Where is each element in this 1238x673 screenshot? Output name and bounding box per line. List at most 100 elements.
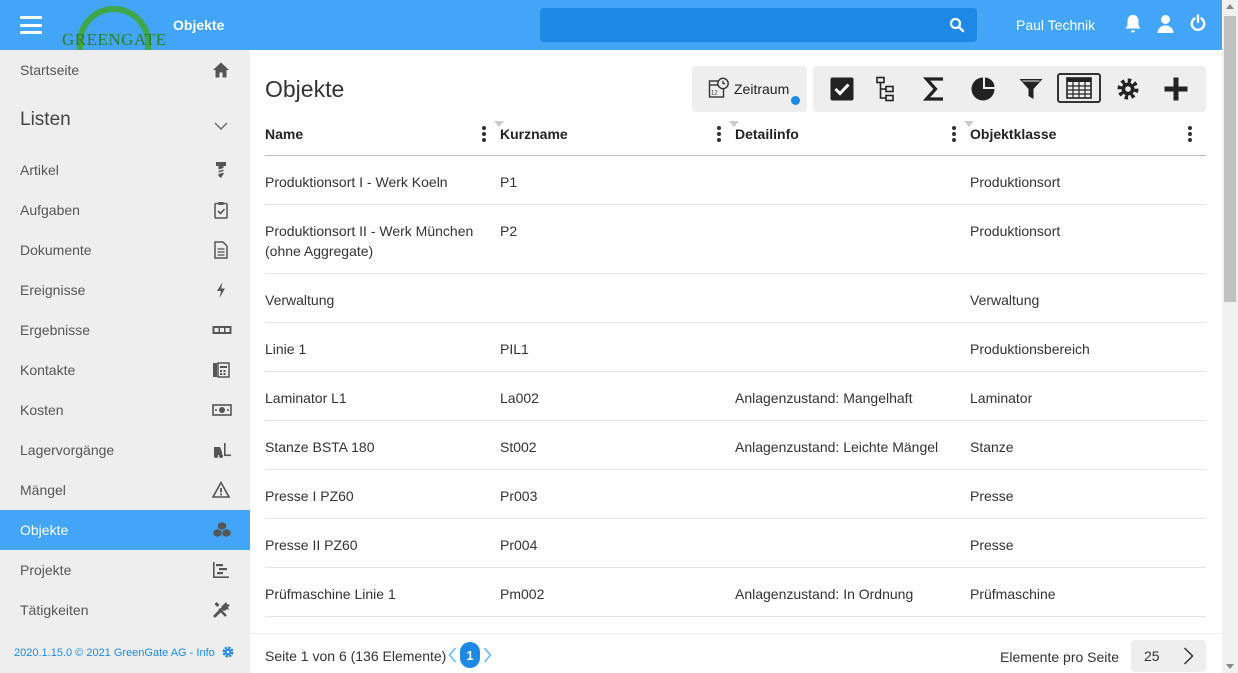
- sidebar-item-kontakte[interactable]: Kontakte: [0, 350, 250, 390]
- table-row[interactable]: Produktionsort I - Werk Koeln P1 Produkt…: [265, 156, 1206, 205]
- column-menu-icon[interactable]: [1188, 126, 1192, 142]
- per-page-select[interactable]: 25: [1131, 640, 1206, 672]
- chevron-down-icon[interactable]: [214, 114, 228, 136]
- sidebar-item-label: Projekte: [20, 562, 72, 578]
- cell-detailinfo: Anlagenzustand: Leichte Mängel: [735, 439, 939, 455]
- checkbox-icon[interactable]: [827, 74, 857, 104]
- version-text[interactable]: 2020.1.15.0 © 2021 GreenGate AG - Info: [14, 647, 215, 659]
- column-header-name[interactable]: Name: [265, 126, 303, 142]
- plus-icon[interactable]: [1161, 74, 1191, 104]
- sidebar-item-label: Dokumente: [20, 242, 92, 258]
- sidebar-item-objekte[interactable]: Objekte: [0, 510, 250, 550]
- toolbar: [813, 66, 1206, 112]
- cell-name: Laminator L1: [265, 390, 347, 406]
- user-icon[interactable]: [1157, 14, 1177, 34]
- sidebar-item-label: Mängel: [20, 482, 66, 498]
- svg-text:12: 12: [711, 90, 718, 96]
- pager-bar: Seite 1 von 6 (136 Elemente) 1 Elemente …: [250, 633, 1222, 673]
- forklift-icon: [212, 441, 231, 459]
- column-header-objektklasse[interactable]: Objektklasse: [970, 126, 1056, 142]
- table-row[interactable]: Presse II PZ60 Pr004 Presse: [265, 519, 1206, 568]
- top-bar: GREENGATE Objekte Paul Technik: [0, 0, 1222, 54]
- sidebar-item-label: Aufgaben: [20, 202, 80, 218]
- sidebar-item-label: Startseite: [20, 62, 80, 78]
- cell-objektklasse: Produktionsort: [970, 174, 1061, 190]
- logo-text: GREENGATE: [62, 30, 167, 49]
- table-row[interactable]: Laminator L1 La002 Anlagenzustand: Mange…: [265, 372, 1206, 421]
- table-row[interactable]: Prüfmaschine Linie 1 Pm002 Anlagenzustan…: [265, 568, 1206, 617]
- cell-kurzname: St002: [500, 439, 537, 455]
- filter-icon[interactable]: [1016, 74, 1046, 104]
- sidebar-item-maengel[interactable]: Mängel: [0, 470, 250, 510]
- sidebar-item-label: Ereignisse: [20, 282, 86, 298]
- column-menu-icon[interactable]: [717, 126, 721, 142]
- calendar-clock-icon: 12: [708, 77, 730, 102]
- power-icon[interactable]: [1190, 14, 1210, 34]
- cell-objektklasse: Presse: [970, 488, 1014, 504]
- table-row[interactable]: Verwaltung Verwaltung: [265, 274, 1206, 323]
- sidebar-item-ergebnisse[interactable]: Ergebnisse: [0, 310, 250, 350]
- user-name[interactable]: Paul Technik: [1016, 17, 1095, 33]
- column-menu-icon[interactable]: [482, 126, 486, 142]
- column-header-kurzname[interactable]: Kurzname: [500, 126, 568, 142]
- sidebar-item-home[interactable]: Startseite: [0, 50, 250, 90]
- cell-kurzname: Pr003: [500, 488, 538, 504]
- chevron-right-icon[interactable]: [1183, 647, 1194, 668]
- clipboard-check-icon: [212, 201, 230, 219]
- table-row[interactable]: Produktionsort II - Werk München (ohne A…: [265, 205, 1206, 274]
- sigma-icon[interactable]: [920, 74, 950, 104]
- chevron-right-icon[interactable]: [483, 647, 492, 666]
- column-header-detailinfo[interactable]: Detailinfo: [735, 126, 799, 142]
- scroll-down-icon[interactable]: [1226, 664, 1234, 669]
- cell-name: Presse II PZ60: [265, 537, 358, 553]
- sidebar-item-label: Objekte: [20, 522, 69, 538]
- scrollbar-thumb[interactable]: [1224, 16, 1236, 302]
- cell-objektklasse: Laminator: [970, 390, 1033, 406]
- search-bar[interactable]: [540, 8, 977, 42]
- table-row[interactable]: Linie 1 PIL1 Produktionsbereich: [265, 323, 1206, 372]
- sidebar-item-aufgaben[interactable]: Aufgaben: [0, 190, 250, 230]
- page-button-current[interactable]: 1: [460, 642, 480, 668]
- sidebar-item-ereignisse[interactable]: Ereignisse: [0, 270, 250, 310]
- table-row[interactable]: Stanze BSTA 180 St002 Anlagenzustand: Le…: [265, 421, 1206, 470]
- table-header: Name Kurzname Detailinfo Objektklasse: [265, 112, 1206, 156]
- sidebar-group-lists[interactable]: Listen: [0, 90, 250, 150]
- table-row[interactable]: Presse I PZ60 Pr003 Presse: [265, 470, 1206, 519]
- cell-objektklasse: Verwaltung: [970, 292, 1040, 308]
- scrollbar[interactable]: [1222, 0, 1238, 673]
- scroll-up-icon[interactable]: [1226, 4, 1234, 9]
- cell-name: Stanze BSTA 180: [265, 439, 375, 455]
- gear-icon[interactable]: [1113, 74, 1143, 104]
- sidebar-item-taetigkeiten[interactable]: Tätigkeiten: [0, 590, 250, 630]
- version-info[interactable]: 2020.1.15.0 © 2021 GreenGate AG - Info: [0, 633, 250, 673]
- sidebar-item-lagervorgaenge[interactable]: Lagervorgänge: [0, 430, 250, 470]
- bell-icon[interactable]: [1124, 14, 1144, 34]
- tools-icon: [212, 601, 230, 619]
- cell-kurzname: P2: [500, 223, 518, 239]
- gantt-icon: [212, 561, 230, 579]
- chevron-left-icon[interactable]: [448, 647, 457, 666]
- active-indicator: [791, 96, 800, 105]
- cell-name: Produktionsort I - Werk Koeln: [265, 174, 448, 190]
- sidebar-item-projekte[interactable]: Projekte: [0, 550, 250, 590]
- sidebar-item-dokumente[interactable]: Dokumente: [0, 230, 250, 270]
- table-icon[interactable]: [1057, 73, 1101, 103]
- sidebar-item-artikel[interactable]: Artikel: [0, 150, 250, 190]
- money-icon: [212, 401, 232, 419]
- breadcrumb: Objekte: [173, 17, 225, 33]
- search-icon[interactable]: [949, 17, 965, 36]
- sidebar-item-label: Kosten: [20, 402, 64, 418]
- cell-objektklasse: Produktionsbereich: [970, 341, 1090, 357]
- sidebar: Startseite Listen Artikel Aufgaben Dokum…: [0, 50, 250, 633]
- column-menu-icon[interactable]: [952, 126, 956, 142]
- cell-name: Linie 1: [265, 341, 307, 357]
- per-page-label: Elemente pro Seite: [1000, 649, 1120, 665]
- zeitraum-button[interactable]: 12 Zeitraum: [692, 66, 807, 112]
- gear-icon[interactable]: [221, 645, 235, 662]
- tree-icon[interactable]: [871, 74, 901, 104]
- pie-chart-icon[interactable]: [968, 74, 998, 104]
- logo[interactable]: GREENGATE: [60, 4, 166, 54]
- home-icon: [212, 61, 230, 79]
- menu-icon[interactable]: [20, 16, 42, 34]
- sidebar-item-kosten[interactable]: Kosten: [0, 390, 250, 430]
